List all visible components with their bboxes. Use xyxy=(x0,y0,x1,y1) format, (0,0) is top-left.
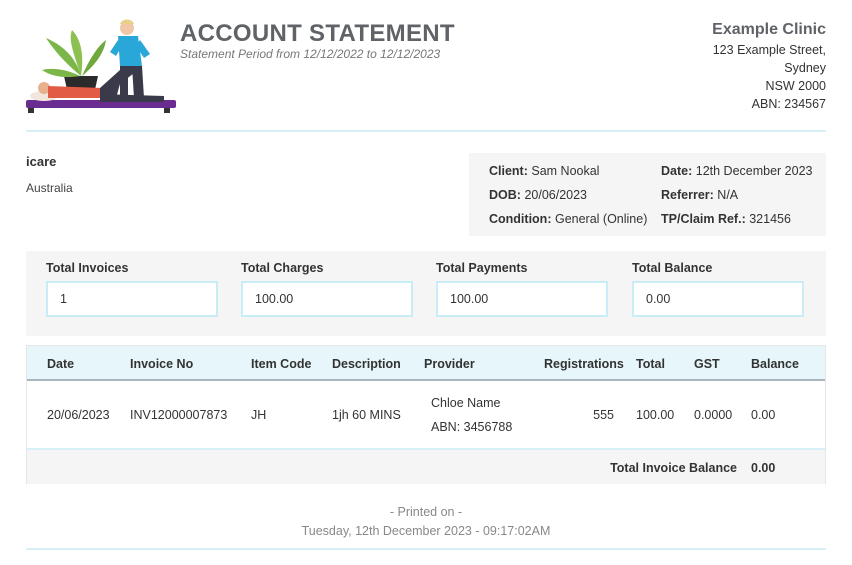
row-date: 20/06/2023 xyxy=(47,408,110,422)
referrer-detail: Referrer: N/A xyxy=(661,188,739,202)
col-gst: GST xyxy=(694,357,720,371)
condition-detail: Condition: General (Online) xyxy=(489,212,648,226)
statement-header: ACCOUNT STATEMENT Statement Period from … xyxy=(0,0,852,132)
row-gst: 0.0000 xyxy=(694,408,733,422)
printed-timestamp: Tuesday, 12th December 2023 - 09:17:02AM xyxy=(301,524,551,538)
total-payments: Total Payments 100.00 xyxy=(436,261,608,317)
total-balance-value: 0.00 xyxy=(632,281,804,317)
row-item-code: JH xyxy=(251,408,267,422)
invoice-table: Date Invoice No Item Code Description Pr… xyxy=(26,345,826,484)
total-charges-value: 100.00 xyxy=(241,281,413,317)
physiotherapy-illustration-icon xyxy=(26,19,176,113)
col-date: Date xyxy=(47,357,75,371)
page-title: ACCOUNT STATEMENT xyxy=(180,20,455,47)
payer-name: icare xyxy=(26,154,57,169)
row-balance: 0.00 xyxy=(751,408,776,422)
row-total: 100.00 xyxy=(636,408,675,422)
total-payments-label: Total Payments xyxy=(436,261,528,275)
col-provider: Provider xyxy=(424,357,475,371)
total-invoices-value: 1 xyxy=(46,281,218,317)
col-description: Description xyxy=(332,357,401,371)
clinic-abn: ABN: 234567 xyxy=(751,97,826,111)
client-details-panel: Client: Sam Nookal Date: 12th December 2… xyxy=(469,153,826,236)
row-registrations: 555 xyxy=(593,408,614,422)
col-invoice-no: Invoice No xyxy=(130,357,194,371)
client-detail: Client: Sam Nookal xyxy=(489,164,600,178)
total-charges: Total Charges 100.00 xyxy=(241,261,413,317)
total-balance: Total Balance 0.00 xyxy=(632,261,804,317)
total-invoice-balance-label: Total Invoice Balance xyxy=(610,461,737,475)
col-balance: Balance xyxy=(751,357,799,371)
table-row: 20/06/2023 INV12000007873 JH 1jh 60 MINS… xyxy=(27,382,825,450)
payer-country: Australia xyxy=(26,181,73,195)
col-item-code: Item Code xyxy=(251,357,312,371)
row-invoice-no: INV12000007873 xyxy=(130,408,228,422)
row-provider-name: Chloe Name xyxy=(431,396,501,410)
col-registrations: Registrations xyxy=(544,357,624,371)
total-balance-label: Total Balance xyxy=(632,261,713,275)
table-header: Date Invoice No Item Code Description Pr… xyxy=(27,346,825,381)
clinic-city: Sydney xyxy=(784,61,826,75)
clinic-address-block: Example Clinic 123 Example Street, Sydne… xyxy=(712,20,826,113)
col-total: Total xyxy=(636,357,665,371)
header-divider xyxy=(26,130,826,132)
printed-label: - Printed on - xyxy=(389,505,463,519)
total-invoices: Total Invoices 1 xyxy=(46,261,218,317)
payer-block: icare Australia xyxy=(26,154,73,195)
row-description: 1jh 60 MINS xyxy=(332,408,401,422)
claim-ref-detail: TP/Claim Ref.: 321456 xyxy=(661,212,791,226)
statement-period: Statement Period from 12/12/2022 to 12/1… xyxy=(180,47,441,61)
totals-summary: Total Invoices 1 Total Charges 100.00 To… xyxy=(26,251,826,336)
total-invoice-balance-value: 0.00 xyxy=(751,461,776,475)
table-footer: Total Invoice Balance 0.00 xyxy=(27,450,825,484)
dob-detail: DOB: 20/06/2023 xyxy=(489,188,587,202)
total-invoices-label: Total Invoices xyxy=(46,261,129,275)
clinic-state: NSW 2000 xyxy=(765,79,826,93)
footer-divider xyxy=(26,548,826,550)
clinic-name: Example Clinic xyxy=(712,21,826,38)
date-detail: Date: 12th December 2023 xyxy=(661,164,813,178)
clinic-street: 123 Example Street, xyxy=(712,43,826,57)
row-provider-abn: ABN: 3456788 xyxy=(431,420,513,434)
total-charges-label: Total Charges xyxy=(241,261,324,275)
total-payments-value: 100.00 xyxy=(436,281,608,317)
